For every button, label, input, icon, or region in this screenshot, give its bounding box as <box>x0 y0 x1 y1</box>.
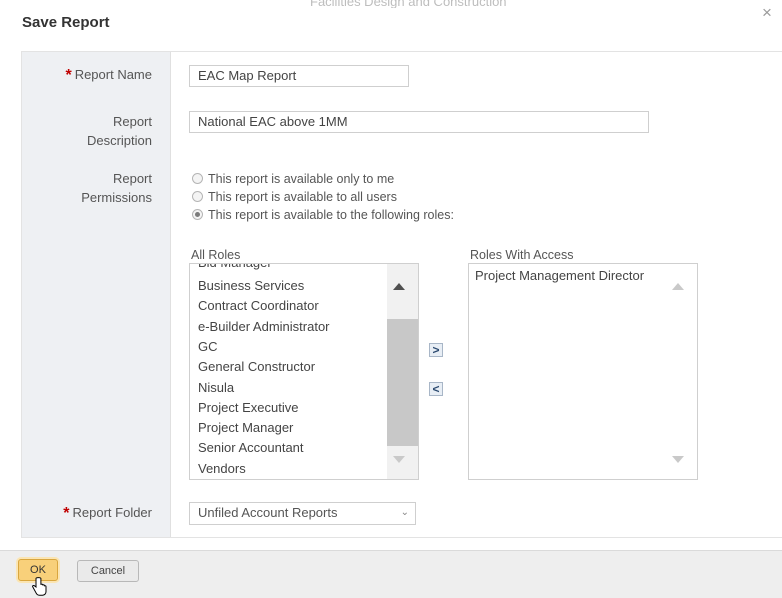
chevron-down-icon: ⌄ <box>400 507 409 518</box>
list-item[interactable]: e-Builder Administrator <box>198 317 330 337</box>
report-folder-label: * Report Folder <box>63 503 152 524</box>
permission-option-only-me[interactable]: This report is available only to me <box>192 171 394 188</box>
list-item[interactable]: Project Management Director <box>475 266 644 286</box>
list-item[interactable]: Vendors <box>198 459 246 479</box>
required-marker: * <box>63 505 70 522</box>
report-name-label: * Report Name <box>65 65 152 86</box>
list-item[interactable]: Bid Manager <box>198 264 272 273</box>
list-item[interactable]: Senior Accountant <box>198 438 304 458</box>
roles-with-access-title: Roles With Access <box>470 248 574 262</box>
permission-option-following-roles[interactable]: This report is available to the followin… <box>192 207 454 224</box>
report-permissions-label-line2: Permissions <box>81 190 152 205</box>
list-item[interactable]: Project Executive <box>198 398 298 418</box>
report-folder-value: Unfiled Account Reports <box>198 505 338 520</box>
report-permissions-label-line1: Report <box>112 171 152 186</box>
scroll-down-icon[interactable] <box>672 456 684 463</box>
scroll-up-icon[interactable] <box>393 283 405 290</box>
report-description-label-line2: Description <box>86 133 152 148</box>
report-description-input[interactable]: National EAC above 1MM <box>189 111 649 133</box>
permission-option-label: This report is available to the followin… <box>208 208 454 222</box>
chevron-left-icon[interactable]: < <box>429 382 443 396</box>
close-icon[interactable]: × <box>758 4 776 22</box>
all-roles-listbox[interactable]: Bid Manager Business Services Contract C… <box>189 263 419 480</box>
all-roles-title: All Roles <box>191 248 241 262</box>
radio-button[interactable] <box>192 173 203 184</box>
list-item[interactable]: Contract Coordinator <box>198 296 319 316</box>
radio-button-selected[interactable] <box>192 209 203 220</box>
save-report-dialog: Save Report × * Report Name EAC Map Repor… <box>0 0 782 598</box>
radio-button[interactable] <box>192 191 203 202</box>
chevron-right-icon[interactable]: > <box>429 343 443 357</box>
list-item[interactable]: Business Services <box>198 276 304 296</box>
hand-pointer-icon <box>32 577 47 596</box>
report-folder-select[interactable]: Unfiled Account Reports ⌄ <box>189 502 416 525</box>
report-folder-label-text: Report Folder <box>72 505 152 520</box>
report-description-label-line1: Report <box>112 114 152 129</box>
list-item[interactable]: GC <box>198 337 218 357</box>
cancel-button[interactable]: Cancel <box>77 560 139 582</box>
permission-option-label: This report is available only to me <box>208 172 395 186</box>
list-item[interactable]: Project Manager <box>198 418 293 438</box>
permission-option-all-users[interactable]: This report is available to all users <box>192 189 397 206</box>
report-name-input[interactable]: EAC Map Report <box>189 65 409 87</box>
permission-option-label: This report is available to all users <box>208 190 397 204</box>
all-roles-scroll-thumb[interactable] <box>387 319 418 446</box>
list-item[interactable]: Nisula <box>198 378 234 398</box>
required-marker: * <box>65 67 72 84</box>
dialog-title: Save Report <box>22 14 110 31</box>
roles-with-access-listbox[interactable]: Project Management Director <box>468 263 698 480</box>
scroll-down-icon[interactable] <box>393 456 405 463</box>
report-name-label-text: Report Name <box>74 67 152 82</box>
scroll-up-icon[interactable] <box>672 283 684 290</box>
list-item[interactable]: General Constructor <box>198 357 315 377</box>
